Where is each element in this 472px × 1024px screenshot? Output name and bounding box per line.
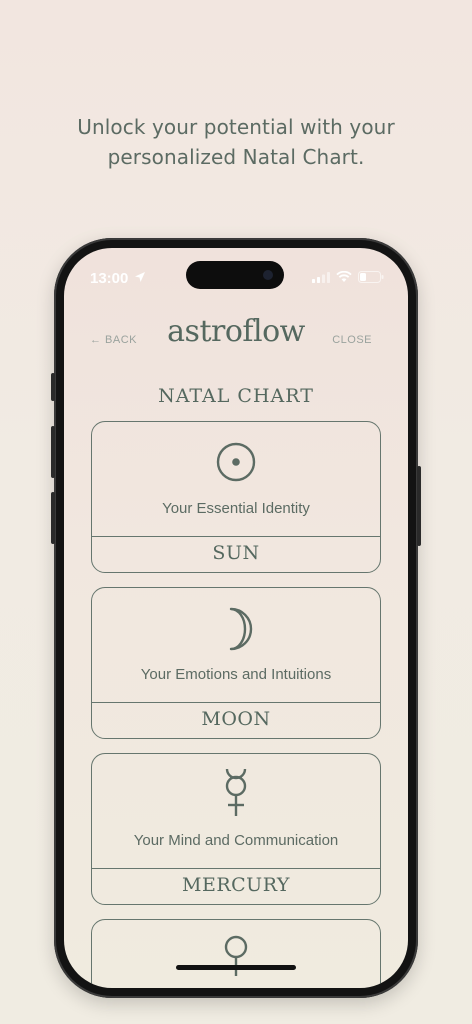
card-planet-name: MOON <box>201 708 271 730</box>
planet-card-mercury[interactable]: Your Mind and Communication MERCURY <box>91 753 381 905</box>
status-icons <box>312 270 384 288</box>
headline-line-2: personalized Natal Chart. <box>107 145 365 169</box>
app-screen: 13:00 ← BACK astroflow CLOSE NATAL CHART… <box>64 248 408 988</box>
cellular-signal-icon <box>312 270 330 288</box>
power-button <box>417 466 421 546</box>
card-divider <box>92 868 380 869</box>
close-button[interactable]: CLOSE <box>332 334 372 346</box>
planet-card-sun[interactable]: Your Essential Identity SUN <box>91 421 381 573</box>
card-description: Your Emotions and Intuitions <box>140 666 332 683</box>
venus-symbol-icon <box>92 934 380 983</box>
mercury-symbol-icon <box>92 766 380 823</box>
moon-symbol-icon <box>92 606 380 657</box>
mute-switch <box>51 373 55 401</box>
planet-card-moon[interactable]: Your Emotions and Intuitions MOON <box>91 587 381 739</box>
wifi-icon <box>336 270 352 288</box>
volume-up-button <box>51 426 55 478</box>
sun-symbol-icon <box>92 440 380 489</box>
promo-headline: Unlock your potential with your personal… <box>0 112 472 172</box>
card-divider <box>92 536 380 537</box>
phone-frame: 13:00 ← BACK astroflow CLOSE NATAL CHART… <box>51 238 421 998</box>
front-camera <box>263 270 273 280</box>
card-description: Your Mind and Communication <box>133 832 339 849</box>
dynamic-island <box>186 261 284 289</box>
location-arrow-icon <box>134 270 146 288</box>
page-title: NATAL CHART <box>158 385 314 407</box>
planet-card-venus[interactable] <box>91 919 381 988</box>
headline-line-1: Unlock your potential with your <box>77 115 395 139</box>
card-divider <box>92 702 380 703</box>
status-time: 13:00 <box>90 270 129 287</box>
card-description: Your Essential Identity <box>162 500 310 517</box>
battery-icon <box>358 270 384 288</box>
home-indicator[interactable] <box>176 965 296 970</box>
volume-down-button <box>51 492 55 544</box>
card-planet-name: SUN <box>212 542 260 564</box>
card-planet-name: MERCURY <box>182 874 290 896</box>
